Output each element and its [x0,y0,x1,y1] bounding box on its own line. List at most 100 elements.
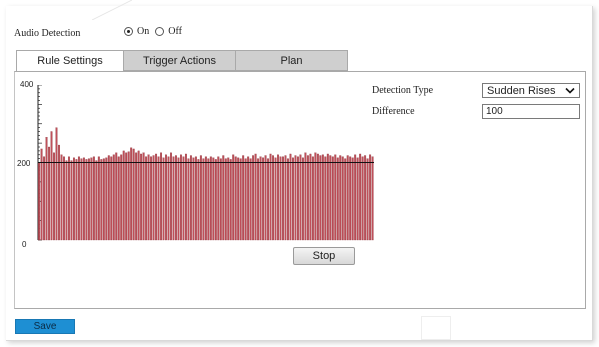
audio-level-bar [311,156,314,241]
detection-type-select[interactable]: Sudden Rises [482,83,580,98]
audio-level-bar [189,155,192,241]
audio-level-bar [371,156,374,241]
tab-rule-settings[interactable]: Rule Settings [16,50,124,71]
audio-level-bar [197,159,200,241]
audio-level-bar [199,155,202,241]
audio-level-bar [222,155,225,241]
audio-level-bar [130,147,133,241]
chevron-down-icon [565,87,575,94]
audio-level-bar [147,154,150,241]
audio-level-bar [354,154,357,241]
audio-level-plot [37,85,374,241]
audio-level-bar [339,155,342,241]
audio-level-bar [112,154,115,241]
tab-trigger-actions[interactable]: Trigger Actions [124,50,236,71]
tab-bar: Rule Settings Trigger Actions Plan [16,50,348,71]
radio-on-label[interactable]: On [137,26,149,37]
audio-level-bar [72,157,75,241]
audio-level-bar [244,158,247,241]
audio-level-bar [304,152,307,241]
audio-level-bar [341,156,344,241]
audio-level-bar [361,156,364,241]
audio-level-bar [115,152,118,241]
audio-level-bar [314,152,317,241]
audio-level-bar [329,155,332,241]
audio-level-bar [277,154,279,241]
audio-level-bar [75,159,78,241]
decorative-divider [92,0,132,20]
audio-level-bar [209,156,212,241]
audio-detection-radio-group: On Off [124,26,186,37]
audio-level-bar [177,157,180,241]
audio-level-bar [157,156,160,241]
audio-level-bar [122,150,125,241]
audio-level-bar [187,158,190,241]
radio-off[interactable] [155,27,165,36]
audio-level-bar [63,156,65,241]
audio-detection-label: Audio Detection [14,28,81,39]
audio-level-bar [135,152,138,241]
audio-level-bar [331,156,334,241]
save-button[interactable]: Save [15,319,75,334]
audio-level-bar [50,131,53,241]
audio-level-bar [316,153,319,241]
audio-level-bar [334,154,337,241]
audio-level-bar [214,159,217,241]
audio-level-bar [267,158,270,241]
audio-level-bar [167,156,170,241]
audio-level-bar [359,153,362,241]
audio-level-bar [43,156,46,241]
audio-level-bar [155,153,158,241]
audio-level-bar [125,152,128,241]
audio-level-bar [287,158,289,241]
audio-level-bar [120,154,123,241]
audio-level-bar [264,155,267,241]
audio-level-bar [217,156,220,241]
audio-level-bar [87,158,90,241]
audio-level-bar [336,157,339,241]
audio-level-bar [219,158,222,241]
audio-level-bar [229,159,232,241]
audio-level-bar [309,153,312,241]
audio-level-bar [77,156,80,241]
radio-on[interactable] [124,27,133,36]
tab-plan[interactable]: Plan [236,50,348,71]
audio-level-bar [259,156,262,241]
audio-level-bar [150,156,153,241]
audio-level-bar [58,144,60,241]
audio-level-bar [65,160,68,241]
audio-level-bar [224,158,227,241]
audio-level-bar [289,153,292,241]
audio-level-bar [82,157,85,241]
y-tick-400: 400 [20,80,34,89]
audio-level-bar [282,156,284,241]
audio-level-bar [249,158,252,241]
audio-level-bar [80,158,83,241]
audio-level-bar [242,155,245,241]
audio-level-bar [137,150,140,241]
audio-level-bar [294,155,297,241]
audio-level-bar [272,155,274,241]
difference-input[interactable] [482,104,580,119]
audio-level-bar [349,156,352,241]
audio-level-bar [321,154,324,241]
audio-level-bar [172,156,175,241]
audio-level-bar [90,157,93,241]
detection-type-value: Sudden Rises [487,84,556,97]
audio-level-bar [97,156,100,241]
radio-off-label[interactable]: Off [168,26,182,37]
audio-level-bar [95,160,98,241]
audio-level-bar [192,157,195,241]
y-tick-200: 200 [17,159,31,168]
audio-level-bar [207,158,210,241]
audio-level-bar [182,156,185,241]
blank-area [421,316,451,340]
audio-level-bar [45,137,48,241]
audio-level-bar [184,153,187,241]
audio-level-bar [202,158,205,241]
audio-level-bar [92,156,95,241]
stop-button[interactable]: Stop [293,247,355,265]
audio-level-bar [117,156,120,241]
audio-level-bar [254,153,257,241]
audio-level-bar [324,156,327,241]
